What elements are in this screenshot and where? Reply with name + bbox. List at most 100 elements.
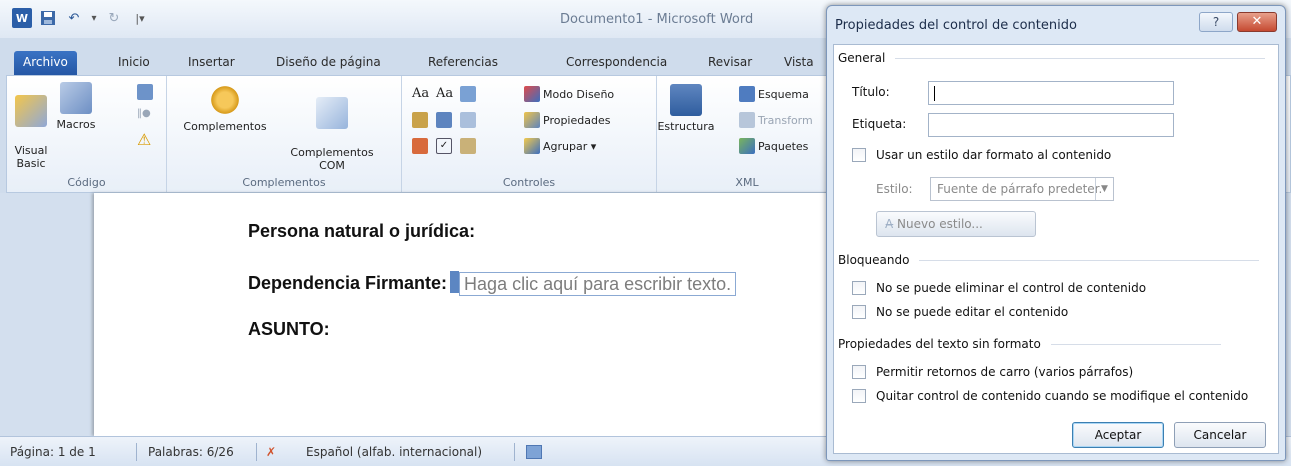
content-control-properties-dialog: Propiedades del control de contenido ? ✕… <box>826 5 1286 461</box>
new-style-icon: A̶ <box>885 217 894 231</box>
estilo-label: Estilo: <box>876 182 913 196</box>
group-controles: Aa Aa ✓ Modo Diseño Propiedades Agrupar … <box>402 76 657 192</box>
status-language[interactable]: Español (alfab. internacional) <box>306 445 482 459</box>
customize-toolbar-icon[interactable]: |▾ <box>130 8 150 28</box>
visual-basic-label: Visual Basic <box>14 144 48 170</box>
tab-inicio[interactable]: Inicio <box>112 51 156 75</box>
structure-icon <box>670 84 702 116</box>
combo-box-icon[interactable] <box>436 112 452 128</box>
modo-diseno-button[interactable]: Modo Diseño <box>524 86 614 102</box>
group-complementos-label: Complementos <box>242 176 326 189</box>
transform-label: Transform <box>758 113 813 127</box>
agrupar-button[interactable]: Agrupar ▾ <box>524 138 596 154</box>
word-logo-icon[interactable]: W <box>12 8 32 28</box>
section-general-label: General <box>838 51 886 65</box>
tab-referencias[interactable]: Referencias <box>422 51 504 75</box>
section-divider <box>895 57 1266 59</box>
picture-control-icon[interactable] <box>460 86 476 102</box>
legacy-tools-icon[interactable] <box>460 138 476 154</box>
visual-basic-icon <box>15 95 47 127</box>
complementos-button[interactable]: Complementos <box>175 84 275 133</box>
macro-security-icon[interactable]: ⚠ <box>137 132 153 148</box>
retornos-checkbox[interactable] <box>852 365 866 379</box>
chevron-down-icon: ▼ <box>1095 178 1113 200</box>
packages-icon <box>739 138 755 154</box>
paquetes-label: Paquetes <box>758 139 809 153</box>
tab-correspondencia[interactable]: Correspondencia <box>560 51 673 75</box>
section-divider <box>1050 343 1221 345</box>
cancelar-button[interactable]: Cancelar <box>1174 422 1266 448</box>
nuevo-estilo-button[interactable]: A̶ Nuevo estilo... <box>876 211 1036 237</box>
agrupar-label: Agrupar ▾ <box>543 139 597 153</box>
group-codigo: Visual Basic Macros ‖● ⚠ Código <box>7 76 167 192</box>
transform-button[interactable]: Transform <box>739 112 813 128</box>
section-texto-label: Propiedades del texto sin formato <box>838 337 1041 351</box>
redo-icon[interactable]: ↻ <box>104 8 124 28</box>
tab-archivo[interactable]: Archivo <box>14 51 77 75</box>
macros-icon <box>60 82 92 114</box>
titulo-label: Título: <box>852 85 890 99</box>
properties-icon <box>524 112 540 128</box>
proofing-icon[interactable]: ✗ <box>266 445 276 459</box>
tab-vista[interactable]: Vista <box>778 51 820 75</box>
esquema-button[interactable]: Esquema <box>739 86 809 102</box>
com-addins-icon <box>316 97 348 129</box>
doc-line-asunto: ASUNTO: <box>248 319 330 339</box>
gears-icon <box>209 84 241 116</box>
no-eliminar-checkbox[interactable] <box>852 281 866 295</box>
etiqueta-field[interactable] <box>928 113 1174 137</box>
dropdown-list-icon[interactable] <box>460 112 476 128</box>
macro-record-status-icon[interactable] <box>526 445 542 459</box>
tab-revisar[interactable]: Revisar <box>702 51 758 75</box>
visual-basic-button[interactable]: Visual Basic <box>11 82 51 170</box>
window-title: Documento1 - Microsoft Word <box>560 12 754 27</box>
complementos-com-button[interactable]: Complementos COM <box>277 84 387 172</box>
text-caret <box>934 86 935 101</box>
building-block-icon[interactable] <box>412 112 428 128</box>
estructura-button[interactable]: Estructura <box>657 84 715 133</box>
complementos-com-label: Complementos COM <box>290 146 374 172</box>
content-control-handle[interactable] <box>450 271 460 293</box>
rich-text-control-button[interactable]: Aa <box>412 86 429 101</box>
estilo-value: Fuente de párrafo predeter. <box>937 182 1103 196</box>
propiedades-label: Propiedades <box>543 113 611 127</box>
macros-button[interactable]: Macros <box>53 82 99 131</box>
paquetes-button[interactable]: Paquetes <box>739 138 808 154</box>
close-button[interactable]: ✕ <box>1237 12 1277 32</box>
date-picker-icon[interactable] <box>412 138 428 154</box>
dialog-body: General Título: Etiqueta: Usar un estilo… <box>833 44 1279 454</box>
tab-insertar[interactable]: Insertar <box>182 51 241 75</box>
undo-icon[interactable]: ↶ <box>64 8 84 28</box>
doc-line-dependencia: Dependencia Firmante: Haga clic aquí para… <box>248 271 737 296</box>
help-button[interactable]: ? <box>1199 12 1233 32</box>
quitar-control-checkbox[interactable] <box>852 389 866 403</box>
doc-line-persona: Persona natural o jurídica: <box>248 221 476 241</box>
save-icon[interactable] <box>38 8 58 28</box>
pause-macro-icon[interactable]: ‖● <box>137 108 153 124</box>
tab-diseno-pagina[interactable]: Diseño de página <box>270 51 387 75</box>
transform-icon <box>739 112 755 128</box>
no-editar-label: No se puede editar el contenido <box>876 305 1069 319</box>
quitar-control-label: Quitar control de contenido cuando se mo… <box>876 389 1249 403</box>
group-xml-label: XML <box>735 176 759 189</box>
no-editar-checkbox[interactable] <box>852 305 866 319</box>
aceptar-button[interactable]: Aceptar <box>1072 422 1164 448</box>
checkbox-control-icon[interactable]: ✓ <box>436 138 452 154</box>
estructura-label: Estructura <box>657 120 715 133</box>
estilo-select[interactable]: Fuente de párrafo predeter. ▼ <box>930 177 1114 201</box>
group-controles-label: Controles <box>502 176 556 189</box>
titulo-field[interactable] <box>928 81 1174 105</box>
retornos-label: Permitir retornos de carro (varios párra… <box>876 365 1134 379</box>
propiedades-button[interactable]: Propiedades <box>524 112 610 128</box>
undo-dropdown-icon[interactable]: ▾ <box>90 8 98 28</box>
content-control-placeholder[interactable]: Haga clic aquí para escribir texto. <box>459 272 737 296</box>
record-macro-icon[interactable] <box>137 84 153 100</box>
status-page[interactable]: Página: 1 de 1 <box>10 445 96 459</box>
usar-estilo-checkbox[interactable] <box>852 148 866 162</box>
plain-text-control-button[interactable]: Aa <box>436 86 453 101</box>
dependencia-label: Dependencia Firmante: <box>248 273 448 293</box>
dialog-title: Propiedades del control de contenido <box>835 18 1077 33</box>
status-separator <box>136 443 137 461</box>
usar-estilo-label: Usar un estilo dar formato al contenido <box>876 148 1112 162</box>
status-words[interactable]: Palabras: 6/26 <box>148 445 234 459</box>
